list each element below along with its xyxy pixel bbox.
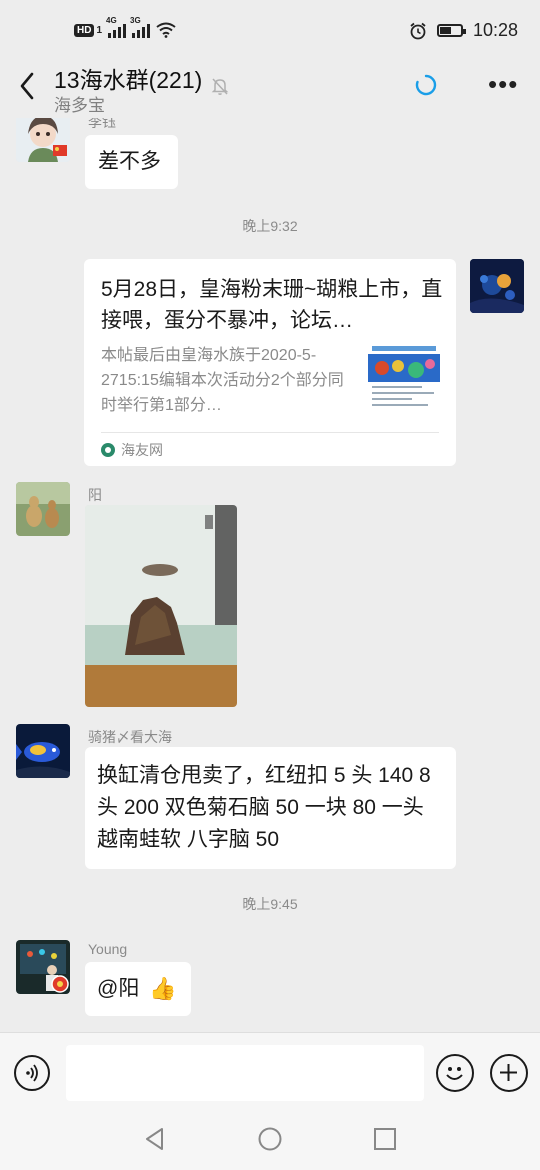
wifi-icon	[156, 22, 176, 38]
voice-icon[interactable]	[14, 1055, 50, 1091]
chat-title: 13海水群(221)	[54, 67, 203, 93]
source-name: 海友网	[121, 442, 163, 458]
source-logo-icon	[101, 443, 115, 457]
nav-home-icon[interactable]	[257, 1126, 283, 1152]
timestamp: 晚上9:45	[242, 896, 298, 912]
clock: 10:28	[472, 20, 518, 40]
hd-indicator: HD	[74, 23, 95, 37]
system-navigation-bar	[0, 1110, 540, 1170]
nav-recents-icon[interactable]	[372, 1126, 398, 1152]
message-bubble[interactable]: 差不多	[85, 135, 178, 189]
loading-icon	[415, 74, 437, 96]
message-bubble[interactable]: @阳 👍	[85, 962, 191, 1016]
signal-icon-2: 3G	[130, 16, 151, 38]
sender-name: 骑猪〆看大海	[88, 729, 172, 745]
back-icon[interactable]	[14, 68, 42, 104]
avatar[interactable]	[16, 482, 70, 536]
avatar[interactable]	[16, 940, 70, 994]
sender-name: 阳	[88, 487, 102, 503]
timestamp: 晚上9:32	[242, 218, 298, 234]
input-bar	[0, 1032, 540, 1111]
sender-name: 李钰	[88, 118, 116, 130]
message-bubble[interactable]: 换缸清仓甩卖了，红纽扣 5 头 140 8 头 200 双色菊石脑 50 一块 …	[85, 747, 456, 869]
sender-name: Young	[88, 941, 128, 957]
plus-icon[interactable]	[490, 1054, 528, 1092]
image-message[interactable]	[85, 505, 237, 707]
divider	[101, 432, 439, 433]
nav-back-icon[interactable]	[142, 1126, 168, 1152]
chat-subtitle: 海多宝	[54, 96, 105, 115]
more-icon[interactable]: •••	[488, 71, 518, 97]
link-source: 海友网	[101, 440, 163, 460]
thumbs-up-icon: 👍	[149, 976, 177, 1001]
alarm-icon	[410, 22, 426, 39]
avatar[interactable]	[470, 259, 524, 313]
message-text: @阳	[97, 977, 140, 1000]
hd-sub: 1	[96, 24, 103, 36]
link-description: 本帖最后由皇海水族于2020-5-2715:15编辑本次活动分2个部分同时举行第…	[101, 347, 344, 414]
emoji-icon[interactable]	[436, 1054, 474, 1092]
signal-icon-1: 4G	[106, 16, 127, 38]
avatar[interactable]	[16, 724, 70, 778]
link-thumbnail	[368, 344, 440, 416]
mute-bell-icon	[211, 78, 229, 95]
link-title: 5月28日，皇海粉末珊~瑚粮上市，直接喂，蛋分不暴冲，论坛…	[101, 278, 443, 332]
chat-area[interactable]: 李钰 差不多 晚上9:32 5月28日，皇海粉末珊~瑚粮上市，直接喂，蛋分不暴冲…	[0, 118, 540, 1032]
message-input[interactable]	[66, 1045, 424, 1101]
link-card[interactable]: 5月28日，皇海粉末珊~瑚粮上市，直接喂，蛋分不暴冲，论坛… 本帖最后由皇海水族…	[84, 259, 456, 466]
chat-header: 13海水群(221) 海多宝 •••	[0, 52, 540, 118]
avatar[interactable]	[16, 118, 70, 162]
battery-icon	[436, 24, 466, 37]
